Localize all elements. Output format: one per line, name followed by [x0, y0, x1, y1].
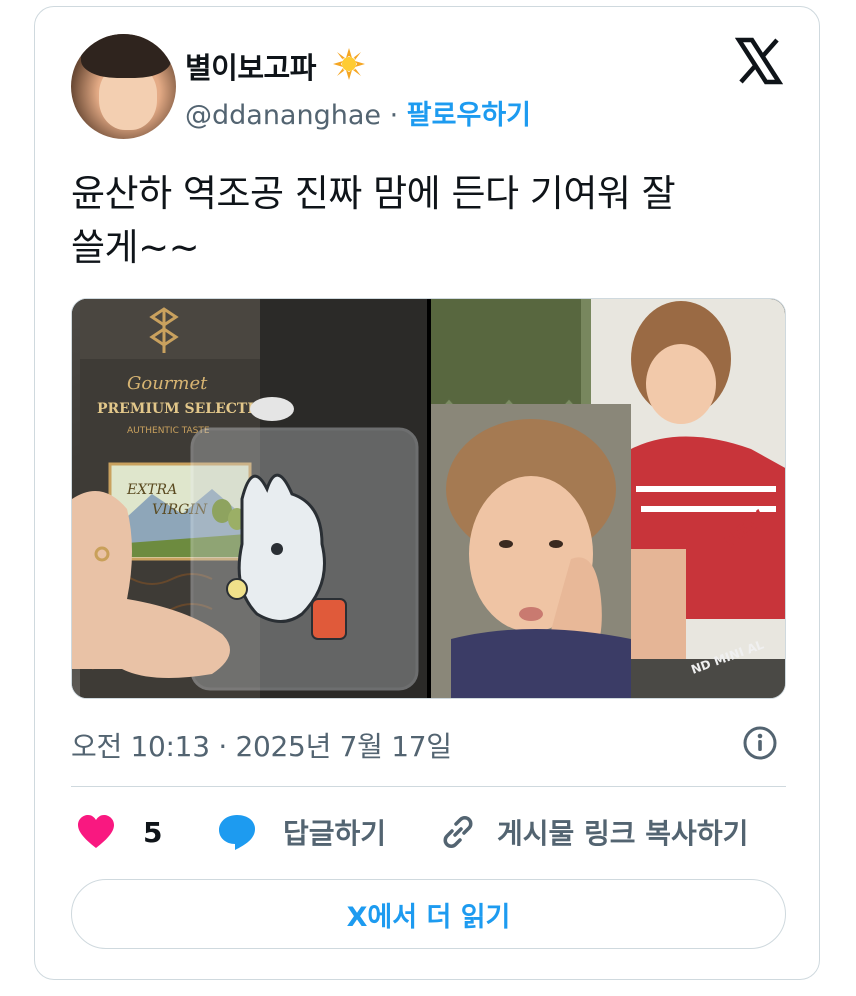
link-icon	[443, 816, 473, 848]
reply-button[interactable]: 답글하기	[217, 807, 386, 857]
tweet-text-line-2: 쓸게~~	[71, 226, 200, 269]
like-button[interactable]: 5	[77, 807, 162, 857]
divider	[71, 786, 786, 787]
reply-bubble-icon	[219, 815, 255, 850]
sun-emoji-icon	[333, 48, 365, 80]
author-handle[interactable]: @ddananghae	[185, 100, 381, 131]
avatar[interactable]	[71, 34, 176, 139]
tweet-text: 윤산하 역조공 진짜 맘에 든다 기여워 잘 쓸게~~	[71, 167, 771, 275]
info-icon[interactable]	[742, 725, 778, 761]
follow-link[interactable]: 팔로우하기	[407, 100, 531, 131]
box-brand: Gourmet	[127, 373, 208, 394]
author-handle-row: @ddananghae · 팔로우하기	[185, 93, 531, 132]
tweet-timestamp[interactable]: 오전 10:13 · 2025년 7월 17일	[71, 725, 452, 765]
photo-left[interactable]: Gourmet PREMIUM SELECTION AUTHENTIC TAST…	[72, 299, 427, 698]
reply-label: 답글하기	[283, 817, 387, 850]
handle-separator: ·	[389, 100, 399, 131]
photo-right-illustration: NEW ND MINI AL	[430, 299, 785, 698]
author-display-name[interactable]: 별이보고파	[185, 45, 316, 87]
read-more-on-x-button[interactable]: X에서 더 읽기	[71, 879, 786, 949]
tweet-card: 별이보고파 @ddananghae · 팔로우하기 윤산하 역조공 진짜 맘에 …	[34, 6, 820, 980]
photo-left-illustration: Gourmet PREMIUM SELECTION AUTHENTIC TAST…	[72, 299, 427, 698]
copy-link-button[interactable]: 게시물 링크 복사하기	[439, 807, 748, 857]
photo-right[interactable]: NEW ND MINI AL	[430, 299, 785, 698]
x-logo-icon[interactable]	[735, 37, 783, 85]
tweet-text-line-1: 윤산하 역조공 진짜 맘에 든다 기여워 잘	[71, 172, 676, 215]
heart-icon	[78, 815, 114, 848]
action-bar: 5 답글하기 게시물 링크 복사하기	[71, 807, 786, 857]
copy-link-label: 게시물 링크 복사하기	[497, 817, 749, 850]
avatar-hair	[81, 34, 171, 78]
label-line1: EXTRA	[126, 482, 177, 498]
like-count: 5	[143, 815, 163, 849]
media-grid[interactable]: Gourmet PREMIUM SELECTION AUTHENTIC TAST…	[71, 298, 786, 699]
